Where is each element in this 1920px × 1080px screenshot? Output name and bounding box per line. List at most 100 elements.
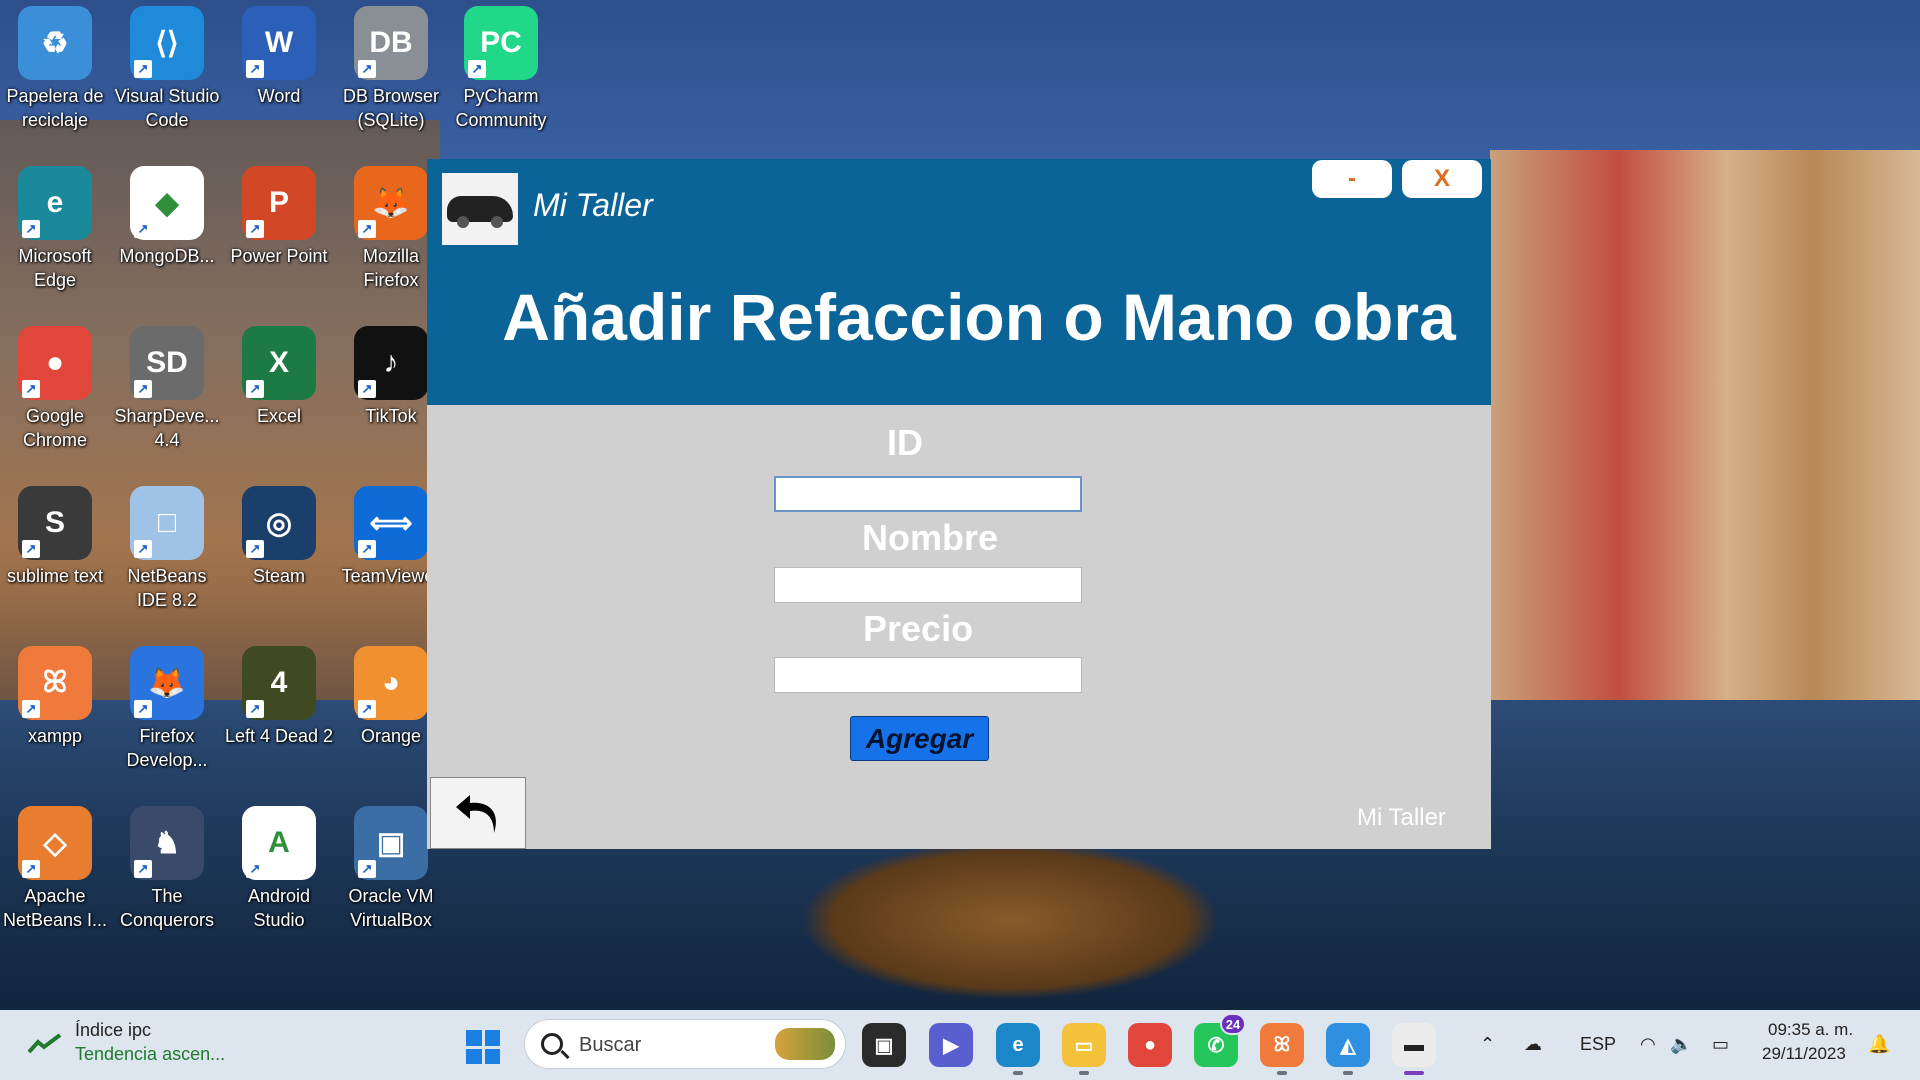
photos-icon[interactable]: ◭ <box>1326 1023 1370 1075</box>
whatsapp-badge: 24 <box>1220 1013 1246 1035</box>
desktop-icon[interactable]: DB ↗ DB Browser (SQLite) <box>336 0 446 150</box>
notification-bell-icon[interactable]: 🔔 <box>1868 1034 1890 1055</box>
desktop-icon[interactable]: ● ↗ Google Chrome <box>0 320 110 470</box>
edge-taskbar-icon[interactable]: e <box>996 1023 1040 1075</box>
app-icon: X ↗ <box>242 326 316 400</box>
chrome-taskbar-icon[interactable]: ● <box>1128 1023 1172 1067</box>
app-icon: ⟺ ↗ <box>354 486 428 560</box>
app-icon: ● ↗ <box>18 326 92 400</box>
desktop-icon-label: sublime text <box>6 566 104 586</box>
app-icon: 4 ↗ <box>242 646 316 720</box>
desktop-icon[interactable]: ♻ Papelera de reciclaje <box>0 0 110 150</box>
app-icon: ◎ ↗ <box>242 486 316 560</box>
language-indicator[interactable]: ESP <box>1580 1034 1616 1055</box>
file-explorer-icon[interactable]: ▭ <box>1062 1023 1106 1075</box>
app-icon: DB ↗ <box>354 6 428 80</box>
desktop-icon[interactable]: SD ↗ SharpDeve... 4.4 <box>112 320 222 470</box>
shortcut-arrow-icon: ↗ <box>468 60 486 78</box>
precio-label: Precio <box>863 608 974 649</box>
shortcut-arrow-icon: ↗ <box>358 860 376 878</box>
undo-arrow-icon <box>456 795 496 833</box>
page-title: Añadir Refaccion o Mano obra <box>502 280 1456 354</box>
app-icon: ♪ ↗ <box>354 326 428 400</box>
app-icon: ◕ ↗ <box>354 646 428 720</box>
desktop-icon[interactable]: X ↗ Excel <box>224 320 334 470</box>
desktop-icon[interactable]: ♞ ↗ The Conquerors <box>112 800 222 950</box>
shortcut-arrow-icon: ↗ <box>358 700 376 718</box>
app-icon: ⟨⟩ ↗ <box>130 6 204 80</box>
app-logo <box>442 173 518 245</box>
desktop-icon-label: Papelera de reciclaje <box>6 86 104 130</box>
shortcut-arrow-icon: ↗ <box>246 60 264 78</box>
desktop-icon-label: Word <box>257 86 301 106</box>
trend-up-icon[interactable] <box>28 1032 62 1054</box>
minimize-button[interactable]: - <box>1312 160 1392 198</box>
close-button[interactable]: X <box>1402 160 1482 198</box>
search-highlight-image <box>775 1028 835 1060</box>
app-title: Mi Taller <box>533 187 653 223</box>
chevron-up-icon[interactable]: ⌃ <box>1480 1034 1495 1055</box>
desktop-icon-label: The Conquerors <box>119 886 215 930</box>
search-box[interactable]: Buscar <box>524 1019 846 1069</box>
desktop-icon[interactable]: 4 ↗ Left 4 Dead 2 <box>224 640 334 790</box>
shortcut-arrow-icon: ↗ <box>134 60 152 78</box>
desktop-icon[interactable]: ◆ ↗ MongoDB... <box>112 160 222 310</box>
footer-brand: Mi Taller <box>1357 804 1446 831</box>
desktop-icon[interactable]: 🦊 ↗ Firefox Develop... <box>112 640 222 790</box>
clock-date[interactable]: 29/11/2023 <box>1762 1044 1846 1064</box>
desktop-icon-label: Steam <box>252 566 306 586</box>
agregar-button[interactable]: Agregar <box>850 716 989 761</box>
app-icon: P ↗ <box>242 166 316 240</box>
app-window: Mi Taller - X Añadir Refaccion o Mano ob… <box>427 159 1491 849</box>
precio-field[interactable] <box>774 657 1082 693</box>
shortcut-arrow-icon: ↗ <box>246 220 264 238</box>
desktop-icon[interactable]: PC ↗ PyCharm Community <box>446 0 556 150</box>
app-icon: 🦊 ↗ <box>354 166 428 240</box>
start-button[interactable] <box>466 1030 500 1064</box>
app-icon: ▣ ↗ <box>354 806 428 880</box>
shortcut-arrow-icon: ↗ <box>358 60 376 78</box>
shortcut-arrow-icon: ↗ <box>358 380 376 398</box>
desktop-icon-label: MongoDB... <box>119 246 215 266</box>
desktop-icon[interactable]: W ↗ Word <box>224 0 334 150</box>
desktop-icon[interactable]: P ↗ Power Point <box>224 160 334 310</box>
id-field[interactable] <box>774 476 1082 512</box>
desktop-icon[interactable]: ⟨⟩ ↗ Visual Studio Code <box>112 0 222 150</box>
widget-subtitle[interactable]: Tendencia ascen... <box>75 1044 225 1065</box>
desktop-icon[interactable]: e ↗ Microsoft Edge <box>0 160 110 310</box>
clock-time[interactable]: 09:35 a. m. <box>1768 1020 1853 1040</box>
app-icon: □ ↗ <box>130 486 204 560</box>
nombre-field[interactable] <box>774 567 1082 603</box>
volume-icon[interactable]: 🔈 <box>1670 1034 1692 1055</box>
shortcut-arrow-icon: ↗ <box>134 540 152 558</box>
back-button[interactable] <box>430 777 526 849</box>
desktop-icon[interactable]: A ↗ Android Studio <box>224 800 334 950</box>
background-boat <box>800 840 1220 1000</box>
widget-title[interactable]: Índice ipc <box>75 1020 151 1041</box>
desktop-icon-label: Power Point <box>230 246 328 266</box>
whatsapp-icon[interactable]: ✆ 24 <box>1194 1013 1246 1067</box>
battery-icon[interactable]: ▭ <box>1712 1034 1729 1055</box>
task-view-icon[interactable]: ▣ <box>862 1023 906 1067</box>
desktop-icon[interactable]: S ↗ sublime text <box>0 480 110 630</box>
wifi-icon[interactable]: ◠ <box>1640 1034 1656 1055</box>
mi-taller-taskbar-icon[interactable]: ▬ <box>1392 1023 1436 1075</box>
shortcut-arrow-icon: ↗ <box>22 700 40 718</box>
desktop-icon-label: Left 4 Dead 2 <box>224 726 334 746</box>
shortcut-arrow-icon: ↗ <box>134 860 152 878</box>
teams-chat-icon[interactable]: ▶ <box>929 1023 973 1067</box>
desktop-icon-label: Google Chrome <box>22 406 88 450</box>
nombre-label: Nombre <box>862 517 999 558</box>
desktop-icon[interactable]: ◎ ↗ Steam <box>224 480 334 630</box>
xampp-taskbar-icon[interactable]: ꕤ <box>1260 1023 1304 1075</box>
app-icon: S ↗ <box>18 486 92 560</box>
desktop-icon[interactable]: ◇ ↗ Apache NetBeans I... <box>0 800 110 950</box>
desktop-icon-label: Apache NetBeans I... <box>2 886 108 930</box>
app-icon: ꕤ ↗ <box>18 646 92 720</box>
cloud-error-icon[interactable]: ☁ <box>1524 1034 1542 1055</box>
desktop-icon[interactable]: ꕤ ↗ xampp <box>0 640 110 790</box>
desktop-icon-label: PyCharm Community <box>455 86 547 130</box>
app-icon: ♻ <box>18 6 92 80</box>
desktop-icon[interactable]: □ ↗ NetBeans IDE 8.2 <box>112 480 222 630</box>
app-icon: ♞ ↗ <box>130 806 204 880</box>
